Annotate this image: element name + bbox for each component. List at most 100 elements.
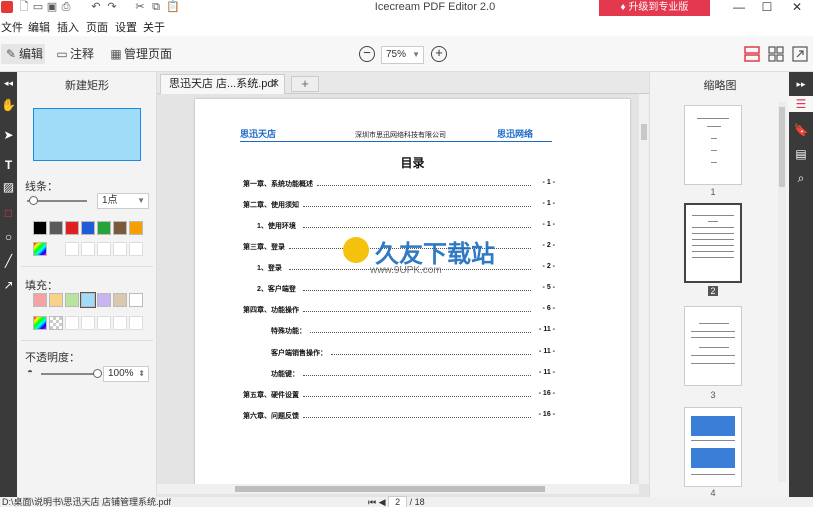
fill-color-swatch[interactable] (33, 293, 47, 307)
stroke-color-swatch[interactable] (49, 221, 63, 235)
stroke-slider-knob[interactable] (29, 196, 38, 205)
rectangle-tool-icon[interactable]: □ (1, 206, 16, 221)
save-icon[interactable]: ▣ (46, 1, 58, 13)
document-viewport[interactable]: 思迅天店 深圳市思迅网络科技有限公司 思迅网络 目录 第一章、系统功能概述 - 1… (157, 94, 649, 497)
stroke-color-swatch[interactable] (97, 221, 111, 235)
thumbnail-scrollbar[interactable] (778, 102, 786, 482)
fill-color-swatch[interactable] (97, 293, 111, 307)
stroke-color-swatch[interactable] (65, 221, 79, 235)
stroke-width-select[interactable]: 1点 ▼ (97, 193, 149, 209)
prev-page-icon[interactable]: ◀ (379, 497, 386, 507)
menu-file[interactable]: 文件 (1, 19, 23, 35)
page-number-input[interactable]: 2 (388, 496, 408, 507)
empty-swatch[interactable] (113, 316, 127, 330)
empty-swatch[interactable] (97, 242, 111, 256)
fill-color-swatch[interactable] (65, 293, 79, 307)
thumbnails-panel-icon[interactable]: ☰ (789, 96, 813, 112)
fill-color-swatch[interactable] (129, 293, 143, 307)
opacity-slider-track[interactable] (41, 373, 97, 375)
fill-color-swatch[interactable] (49, 293, 63, 307)
page-thumbnail[interactable] (684, 407, 742, 487)
new-file-icon[interactable]: 🗋 (18, 1, 30, 13)
ellipse-tool-icon[interactable]: ○ (1, 230, 16, 245)
toc-entry[interactable]: 功能键： - 11 - (271, 369, 555, 381)
empty-swatch[interactable] (65, 242, 79, 256)
stroke-color-swatch[interactable] (113, 221, 127, 235)
stroke-color-swatch[interactable] (81, 221, 95, 235)
mode-manage-pages-button[interactable]: ▦ 管理页面 (108, 44, 172, 64)
toc-entry[interactable]: 第二章、使用须知 - 1 - (243, 200, 555, 212)
maximize-button[interactable]: ☐ (752, 0, 782, 16)
transparent-fill-swatch[interactable] (49, 316, 63, 330)
image-tool-icon[interactable]: ▨ (1, 180, 16, 195)
select-tool-icon[interactable]: ➤ (1, 128, 16, 143)
toc-entry[interactable]: 第四章、功能操作 - 6 - (243, 305, 555, 317)
spinner-arrows-icon[interactable]: ⬍ (138, 367, 145, 381)
mode-edit-button[interactable]: ✎ 编辑 (1, 44, 45, 64)
toc-entry[interactable]: 第六章、问题反馈 - 16 - (243, 411, 555, 423)
grid-view-icon[interactable] (768, 46, 784, 62)
arrow-tool-icon[interactable]: ↗ (1, 278, 16, 293)
print-icon[interactable]: ⎙ (60, 1, 72, 13)
document-tab[interactable]: 思迅天店 店...系统.pdf ✕ (160, 74, 285, 94)
empty-swatch[interactable] (97, 316, 111, 330)
menu-edit[interactable]: 编辑 (28, 19, 50, 35)
toc-entry[interactable]: 特殊功能： - 11 - (271, 326, 555, 338)
undo-icon[interactable]: ↶ (90, 1, 102, 13)
upgrade-button[interactable]: ♦ 升级到专业版 (599, 0, 710, 16)
collapse-right-icon[interactable]: ▸▸ (793, 76, 809, 92)
menu-about[interactable]: 关于 (143, 19, 165, 35)
opacity-slider-knob[interactable] (93, 369, 102, 378)
page-thumbnail[interactable] (684, 105, 742, 185)
menu-page[interactable]: 页面 (86, 19, 108, 35)
close-tab-icon[interactable]: ✕ (271, 75, 280, 93)
page-thumbnail-selected[interactable] (684, 203, 742, 283)
empty-swatch[interactable] (65, 316, 79, 330)
empty-swatch[interactable] (113, 242, 127, 256)
first-page-icon[interactable]: ⏮ (368, 497, 376, 507)
open-file-icon[interactable]: ▭ (32, 1, 44, 13)
toc-entry[interactable]: 客户端销售操作： - 11 - (271, 348, 555, 360)
line-tool-icon[interactable]: ╱ (1, 254, 16, 269)
toc-entry[interactable]: 2、客户端登 - 5 - (257, 284, 555, 296)
custom-fill-color[interactable] (33, 316, 47, 330)
cut-icon[interactable]: ✂ (134, 1, 146, 13)
opacity-spinner[interactable]: 100% ⬍ (103, 366, 149, 382)
pdf-page[interactable]: 思迅天店 深圳市思迅网络科技有限公司 思迅网络 目录 第一章、系统功能概述 - 1… (195, 99, 630, 492)
scroll-thumb[interactable] (235, 486, 545, 492)
custom-stroke-color[interactable] (33, 242, 47, 256)
copy-icon[interactable]: ⧉ (150, 1, 162, 13)
empty-swatch[interactable] (81, 316, 95, 330)
zoom-in-button[interactable]: + (431, 46, 447, 62)
scroll-thumb[interactable] (641, 124, 647, 140)
vertical-scrollbar[interactable] (639, 94, 649, 484)
hand-tool-icon[interactable]: ✋ (1, 98, 16, 113)
toc-entry[interactable]: 第一章、系统功能概述 - 1 - (243, 179, 555, 191)
search-icon[interactable]: ⌕ (793, 170, 809, 186)
menu-settings[interactable]: 设置 (115, 19, 137, 35)
add-tab-button[interactable]: + (291, 76, 319, 92)
empty-swatch[interactable] (129, 242, 143, 256)
comments-icon[interactable]: ▤ (793, 146, 809, 162)
stroke-color-swatch[interactable] (33, 221, 47, 235)
empty-swatch[interactable] (81, 242, 95, 256)
zoom-out-button[interactable]: − (359, 46, 375, 62)
zoom-select[interactable]: 75% ▼ (381, 46, 424, 64)
fullscreen-icon[interactable] (792, 46, 808, 62)
empty-swatch[interactable] (129, 316, 143, 330)
text-tool-icon[interactable]: T (1, 158, 16, 173)
toc-entry[interactable]: 1、使用环境 - 1 - (257, 221, 555, 233)
stroke-color-swatch[interactable] (129, 221, 143, 235)
scroll-thumb[interactable] (779, 107, 785, 187)
fill-color-swatch[interactable] (113, 293, 127, 307)
horizontal-scrollbar[interactable] (157, 484, 639, 494)
paste-icon[interactable]: 📋 (166, 1, 180, 13)
single-page-view-icon[interactable] (744, 46, 760, 62)
redo-icon[interactable]: ↷ (106, 1, 118, 13)
fill-color-swatch[interactable] (80, 292, 96, 308)
bookmark-icon[interactable]: 🔖 (793, 122, 809, 138)
minimize-button[interactable]: — (724, 0, 754, 16)
menu-insert[interactable]: 插入 (57, 19, 79, 35)
page-thumbnail[interactable] (684, 306, 742, 386)
mode-annotate-button[interactable]: ▭ 注释 (54, 44, 94, 64)
